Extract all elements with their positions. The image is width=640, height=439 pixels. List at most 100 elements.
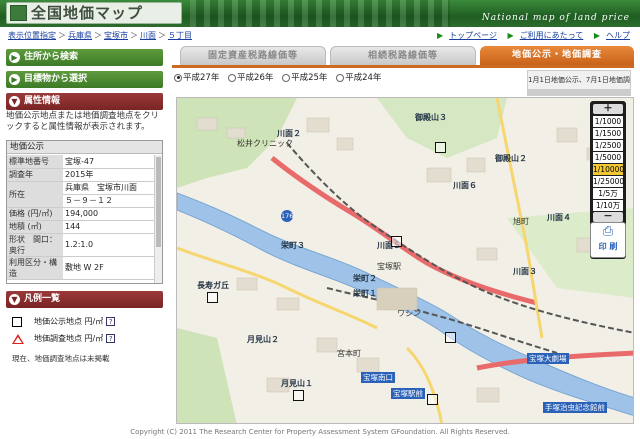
logo-mark-icon — [10, 5, 27, 21]
legend-survey-row: 地価調査地点 円/㎡? — [12, 333, 116, 344]
header-city-image — [190, 0, 450, 27]
arrow-right-icon: ▶ — [507, 31, 514, 40]
breadcrumb-item-0[interactable]: 表示位置指定 — [8, 31, 56, 40]
attr-key: 価格 (円/㎡) — [7, 207, 63, 221]
top-page-link[interactable]: トップページ — [449, 31, 497, 40]
breadcrumb: 表示位置指定＞兵庫県＞宝塚市＞川面＞ ５丁目 — [8, 30, 192, 41]
help-link[interactable]: ヘルプ — [606, 31, 630, 40]
site-logo[interactable]: 全国地価マップ — [6, 2, 182, 24]
arrow-right-icon: ▶ — [9, 52, 20, 63]
radio-icon[interactable] — [228, 73, 237, 82]
attr-scrollbar[interactable] — [154, 155, 162, 283]
top-links: ▶ トップページ ▶ ご利用にあたって ▶ ヘルプ — [429, 30, 630, 41]
breadcrumb-item-3[interactable]: 川面 — [140, 31, 156, 40]
zoom-level[interactable]: 1/10万 — [593, 200, 623, 211]
attr-value: 1.2:1.0 — [63, 233, 154, 257]
address-search-button[interactable]: ▶ 住所から検索 — [6, 49, 163, 66]
landmark-select-label: 目標物から選択 — [24, 74, 88, 84]
map-label: 宮本町 — [337, 349, 361, 358]
attr-value: 兵庫県 宝塚市川面 — [63, 181, 154, 195]
scrollbar-thumb[interactable] — [156, 157, 161, 247]
year-option-2[interactable]: 平成25年 — [282, 71, 327, 83]
map-label: 川面３ — [513, 267, 537, 276]
print-label: 印 刷 — [598, 242, 618, 251]
price-point-marker[interactable] — [435, 142, 446, 153]
year-label: 平成25年 — [291, 73, 328, 83]
zoom-level[interactable]: 1/2500 — [593, 140, 623, 151]
price-point-marker[interactable] — [445, 332, 456, 343]
radio-selected-icon[interactable] — [174, 73, 182, 82]
breadcrumb-item-4[interactable]: ５丁目 — [168, 31, 192, 40]
attr-key: 標準地番号 — [7, 155, 63, 169]
breadcrumb-separator: ＞ — [130, 31, 138, 40]
help-icon[interactable]: ? — [106, 334, 116, 343]
date-note-collapse-bar[interactable] — [527, 90, 631, 96]
tab-public-price[interactable]: 地価公示・地価調査 — [480, 46, 634, 65]
legend-survey-label: 地価調査地点 円/㎡ — [34, 334, 104, 343]
breadcrumb-item-2[interactable]: 宝塚市 — [104, 31, 128, 40]
breadcrumb-separator: ＞ — [94, 31, 102, 40]
map-label: 御殿山２ — [495, 154, 527, 163]
attr-value: 宝塚-47 — [63, 155, 154, 169]
triangle-marker-icon — [12, 333, 24, 344]
breadcrumb-item-1[interactable]: 兵庫県 — [68, 31, 92, 40]
zoom-level[interactable]: 1/5万 — [593, 188, 623, 199]
zoom-level[interactable]: 1/1000 — [593, 116, 623, 127]
route-shield-icon: 176 — [281, 210, 294, 222]
table-row: 価格 (円/㎡) 194,000 — [7, 207, 154, 221]
site-tagline: National map of land price — [481, 13, 630, 23]
zoom-level[interactable]: 1/1500 — [593, 128, 623, 139]
price-point-marker[interactable] — [293, 390, 304, 401]
map-label: 長寿ガ丘 — [197, 281, 229, 290]
legend-note: 現在、地価調査地点は未掲載 — [12, 354, 110, 363]
legend-label: 凡例一覧 — [24, 294, 61, 304]
breadcrumb-separator: ＞ — [58, 31, 66, 40]
map-label: 栄町２ — [353, 274, 377, 283]
price-point-marker[interactable] — [207, 292, 218, 303]
attr-info-label: 属性情報 — [24, 96, 61, 106]
chevron-down-icon: ▼ — [9, 294, 20, 305]
year-option-1[interactable]: 平成26年 — [228, 71, 273, 83]
legend-public-row: 地価公示地点 円/㎡? — [12, 316, 116, 327]
map-label: 松井クリニック — [237, 139, 293, 148]
arrow-right-icon: ▶ — [593, 31, 600, 40]
tab-underline — [172, 65, 634, 68]
year-selector: 平成27年 平成26年 平成25年 平成24年 — [174, 71, 387, 83]
address-search-label: 住所から検索 — [24, 52, 79, 62]
year-option-0[interactable]: 平成27年 — [174, 71, 219, 83]
landmark-select-button[interactable]: ▶ 目標物から選択 — [6, 71, 163, 88]
zoom-in-button[interactable]: ＋ — [593, 104, 623, 114]
map-label: 月見山１ — [281, 379, 313, 388]
attr-info-panel: 地価公示 標準地番号 宝塚-47 調査年 2015年 所在 兵庫県 宝塚市川面 ５－９… — [6, 140, 163, 284]
year-option-3[interactable]: 平成24年 — [336, 71, 381, 83]
price-point-marker[interactable] — [391, 236, 402, 247]
attr-key: 所在 — [7, 181, 63, 208]
map-station-label: 宝塚大劇場 — [527, 353, 569, 364]
map-station-label: 手塚治虫記念館前 — [543, 402, 607, 413]
map-view[interactable]: 御殿山３ 御殿山２ 川面６ 川面４ 川面３ 川面５ 栄町３ 栄町１ 栄町２ 長寿… — [176, 97, 634, 424]
map-label: 栄町１ — [353, 289, 377, 298]
attr-table: 標準地番号 宝塚-47 調査年 2015年 所在 兵庫県 宝塚市川面 ５－９－１２ 価… — [7, 155, 154, 280]
zoom-level[interactable]: 1/25000 — [593, 176, 624, 187]
help-icon[interactable]: ? — [106, 317, 116, 326]
zoom-level-selected[interactable]: 1/10000 — [593, 164, 624, 175]
header: 全国地価マップ National map of land price — [0, 0, 640, 27]
zoom-out-button[interactable]: － — [593, 212, 623, 222]
attr-value: 194,000 — [63, 207, 154, 221]
radio-icon[interactable] — [282, 73, 291, 82]
logo-text: 全国地価マップ — [31, 4, 144, 22]
usage-link[interactable]: ご利用にあたって — [520, 31, 584, 40]
map-label: 栄町３ — [281, 241, 305, 250]
map-label: 川面４ — [547, 213, 571, 222]
zoom-level[interactable]: 1/5000 — [593, 152, 623, 163]
tab-inheritance[interactable]: 相続税路線価等 — [330, 46, 476, 65]
attr-key: 地積 (㎡) — [7, 220, 63, 234]
radio-icon[interactable] — [336, 73, 345, 82]
date-note: 1月1日地価公示、7月1日地価調査 — [527, 70, 631, 90]
print-button[interactable]: ⎙ 印 刷 — [590, 222, 626, 258]
tab-fixed-asset[interactable]: 固定資産税路線価等 — [180, 46, 326, 65]
price-point-marker[interactable] — [427, 394, 438, 405]
legend-public-label: 地価公示地点 円/㎡ — [34, 317, 104, 326]
breadcrumb-separator: ＞ — [158, 31, 166, 40]
map-station-label: 宝塚南口 — [361, 372, 395, 383]
